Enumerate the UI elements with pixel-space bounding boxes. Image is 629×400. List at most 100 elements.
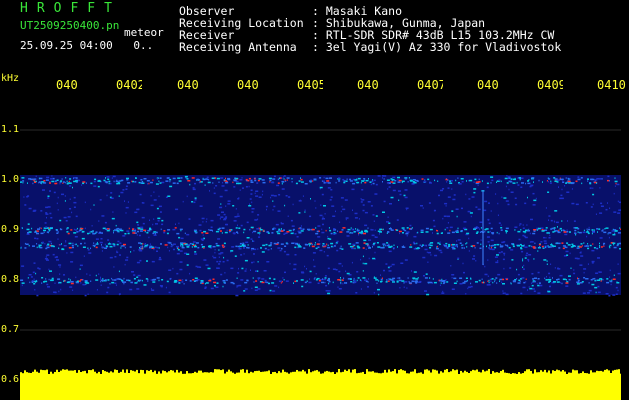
noise-pixel: [66, 231, 69, 233]
noise-pixel: [522, 286, 526, 289]
noise-pixel: [163, 231, 166, 234]
noise-pixel: [472, 258, 475, 260]
noise-pixel: [468, 198, 471, 200]
power-bar: [468, 373, 470, 400]
noise-pixel: [576, 257, 580, 260]
noise-pixel: [456, 280, 458, 283]
noise-pixel: [138, 227, 140, 230]
noise-pixel: [498, 251, 501, 254]
noise-pixel: [25, 243, 29, 245]
noise-pixel: [242, 242, 245, 245]
noise-pixel: [562, 180, 564, 182]
noise-pixel: [210, 287, 214, 290]
noise-pixel: [362, 209, 365, 212]
noise-pixel: [531, 282, 533, 284]
noise-pixel: [61, 248, 65, 251]
noise-pixel: [214, 248, 216, 251]
noise-pixel: [143, 178, 147, 180]
noise-pixel: [189, 280, 192, 282]
power-bar: [510, 373, 512, 400]
power-bar: [172, 370, 174, 400]
noise-pixel: [281, 183, 283, 185]
noise-pixel: [137, 224, 140, 226]
noise-pixel: [136, 208, 140, 211]
power-bar: [308, 369, 310, 400]
noise-pixel: [112, 175, 116, 178]
noise-pixel: [449, 181, 451, 184]
noise-pixel: [420, 205, 423, 207]
noise-pixel: [599, 246, 601, 249]
power-bar: [572, 369, 574, 400]
noise-pixel: [193, 201, 196, 204]
noise-pixel: [199, 229, 202, 232]
power-bar: [34, 369, 36, 400]
power-bar: [568, 372, 570, 400]
noise-pixel: [68, 247, 72, 249]
noise-pixel: [120, 245, 122, 247]
noise-pixel: [379, 231, 382, 233]
noise-pixel: [477, 208, 481, 211]
noise-pixel: [532, 232, 536, 235]
noise-pixel: [188, 218, 191, 220]
noise-pixel: [48, 227, 50, 229]
noise-pixel: [20, 279, 24, 281]
noise-pixel: [612, 233, 616, 236]
noise-pixel: [199, 180, 201, 183]
noise-pixel: [492, 281, 494, 284]
noise-pixel: [520, 186, 523, 188]
noise-pixel: [484, 273, 488, 276]
power-bar: [112, 372, 114, 400]
noise-pixel: [137, 274, 141, 277]
noise-pixel: [49, 212, 52, 215]
noise-pixel: [46, 176, 50, 179]
noise-pixel: [514, 197, 517, 199]
noise-pixel: [564, 233, 568, 236]
noise-pixel: [489, 248, 493, 250]
noise-pixel: [244, 270, 247, 272]
noise-pixel: [339, 247, 342, 250]
noise-pixel: [216, 267, 220, 269]
noise-pixel: [597, 257, 600, 259]
power-bar: [386, 372, 388, 400]
noise-pixel: [548, 178, 551, 180]
noise-pixel: [284, 204, 286, 207]
noise-pixel: [505, 278, 508, 281]
noise-pixel: [280, 282, 282, 284]
noise-pixel: [194, 253, 198, 255]
power-bar: [212, 372, 214, 400]
noise-pixel: [503, 241, 506, 243]
noise-pixel: [606, 278, 609, 280]
time-tick: 0409: [537, 78, 563, 92]
noise-pixel: [73, 201, 77, 204]
noise-pixel: [61, 243, 62, 245]
noise-pixel: [455, 244, 458, 246]
noise-pixel: [612, 278, 616, 280]
noise-pixel: [114, 229, 117, 231]
noise-pixel: [339, 231, 343, 233]
noise-pixel: [607, 179, 609, 182]
noise-pixel: [87, 293, 89, 295]
noise-pixel: [246, 279, 249, 282]
noise-pixel: [373, 220, 375, 222]
power-bar: [422, 373, 424, 400]
noise-pixel: [203, 259, 207, 261]
noise-pixel: [75, 276, 77, 279]
noise-pixel: [338, 262, 342, 265]
noise-pixel: [95, 243, 97, 245]
noise-pixel: [54, 291, 57, 294]
noise-pixel: [597, 279, 600, 281]
noise-pixel: [516, 181, 518, 184]
noise-pixel: [124, 233, 127, 235]
noise-pixel: [442, 290, 444, 293]
noise-pixel: [74, 243, 76, 246]
noise-pixel: [427, 261, 429, 263]
noise-pixel: [362, 277, 366, 279]
noise-pixel: [235, 245, 238, 248]
noise-pixel: [598, 178, 602, 180]
noise-pixel: [547, 181, 549, 183]
noise-pixel: [532, 204, 536, 206]
power-bar: [126, 369, 128, 400]
noise-pixel: [117, 240, 120, 243]
power-bar: [260, 371, 262, 400]
freq-tick: 0.6: [1, 374, 20, 385]
